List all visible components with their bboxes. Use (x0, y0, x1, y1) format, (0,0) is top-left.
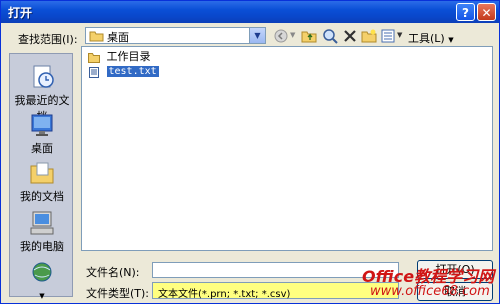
filetype-value: 文本文件(*.prn; *.txt; *.csv) (158, 289, 291, 300)
file-name: 工作目录 (106, 50, 151, 63)
text-file-icon (89, 66, 99, 78)
toolbar: ▼ ▼ 工具(L) ▼ (271, 26, 461, 46)
place-my-computer[interactable]: 我的电脑 (10, 210, 74, 254)
desktop-icon (31, 114, 53, 136)
my-computer-icon (30, 211, 54, 235)
delete-icon[interactable] (342, 28, 358, 44)
places-bar: 我最近的文档 桌面 我的文档 我的电脑 ▼ (9, 53, 74, 300)
list-item-file[interactable]: test.txt (88, 65, 159, 79)
place-desktop[interactable]: 桌面 (10, 112, 74, 156)
filename-label: 文件名(N): (86, 266, 140, 279)
look-in-value: 桌面 (107, 31, 129, 44)
tools-dropdown-icon: ▼ (448, 36, 454, 44)
place-my-documents[interactable]: 我的文档 (10, 160, 74, 204)
open-dialog: 打开 ? ✕ 查找范围(I): 桌面 ▼ ▼ ▼ 工具(L) ▼ 我最近的文 桌… (0, 0, 500, 304)
title-bar[interactable]: 打开 ? ✕ (1, 1, 499, 23)
place-network[interactable]: ▼ (10, 260, 74, 301)
new-folder-icon[interactable] (361, 28, 377, 44)
list-item-folder[interactable]: 工作目录 (88, 50, 151, 64)
help-button[interactable]: ? (456, 3, 475, 21)
watermark-line-2: www.office68.com (370, 284, 490, 299)
search-web-icon[interactable] (322, 28, 338, 44)
recent-documents-icon (33, 65, 54, 88)
site-watermark: Office教程学习网 www.office68.com (356, 263, 499, 303)
close-button[interactable]: ✕ (477, 3, 496, 21)
place-label: 我的文档 (20, 190, 64, 203)
network-places-icon (32, 262, 52, 282)
up-folder-icon[interactable] (301, 28, 317, 44)
window-title: 打开 (8, 6, 33, 20)
chevron-down-icon[interactable]: ▼ (249, 28, 265, 43)
tools-menu[interactable]: 工具(L) ▼ (408, 30, 454, 46)
place-label: 桌面 (31, 142, 53, 155)
file-list[interactable]: 工作目录 test.txt (81, 46, 493, 251)
views-dropdown-icon[interactable]: ▼ (397, 31, 402, 39)
file-name: test.txt (106, 66, 159, 77)
views-icon[interactable] (380, 28, 396, 44)
look-in-combo[interactable]: 桌面 ▼ (85, 27, 266, 44)
desktop-folder-icon (89, 31, 104, 42)
place-label: 我的电脑 (20, 240, 64, 253)
back-icon[interactable] (273, 28, 289, 44)
look-in-label: 查找范围(I): (18, 33, 78, 46)
chevron-down-icon[interactable]: ▼ (39, 292, 44, 300)
back-dropdown-icon[interactable]: ▼ (290, 31, 295, 39)
filetype-label: 文件类型(T): (86, 287, 150, 300)
tools-label: 工具(L) (408, 32, 445, 45)
my-documents-icon (30, 162, 54, 184)
folder-icon (88, 52, 100, 63)
